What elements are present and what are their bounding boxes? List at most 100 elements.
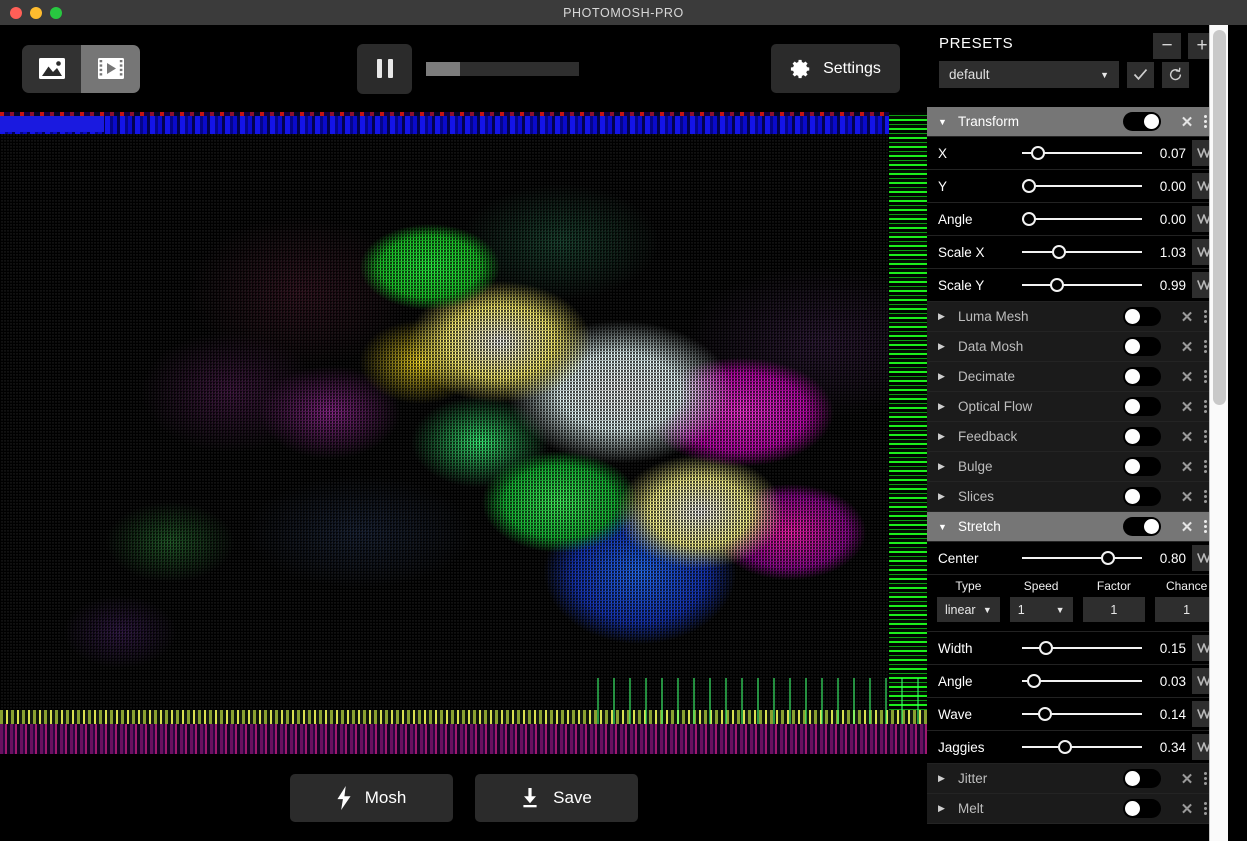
caret-right-icon[interactable]: ▶ (938, 773, 952, 784)
chevron-down-icon: ▼ (983, 605, 992, 615)
param-slider-jaggies[interactable] (1022, 737, 1142, 757)
playback-progress-bar[interactable] (426, 62, 579, 76)
effect-header-melt[interactable]: ▶Melt✕ (927, 794, 1228, 824)
slider-thumb[interactable] (1039, 641, 1053, 655)
slider-thumb[interactable] (1052, 245, 1066, 259)
effect-toggle-stretch[interactable] (1123, 517, 1161, 536)
stretch-type-select[interactable]: linear ▼ (937, 597, 1000, 622)
slider-track (1022, 251, 1142, 253)
mosh-button[interactable]: Mosh (290, 774, 453, 822)
caret-right-icon[interactable]: ▶ (938, 401, 952, 412)
param-slider-y[interactable] (1022, 176, 1142, 196)
effect-remove-button-feedback[interactable]: ✕ (1177, 428, 1197, 446)
panel-scrollbar[interactable] (1209, 25, 1228, 841)
effect-header-data-mosh[interactable]: ▶Data Mosh✕ (927, 332, 1228, 362)
slider-thumb[interactable] (1022, 212, 1036, 226)
param-slider-width[interactable] (1022, 638, 1142, 658)
caret-down-icon[interactable]: ▼ (938, 522, 952, 532)
effect-name-feedback: Feedback (952, 429, 1123, 444)
stretch-factor-input[interactable]: 1 (1083, 597, 1146, 622)
effect-header-feedback[interactable]: ▶Feedback ✕ (927, 422, 1228, 452)
mosh-label: Mosh (365, 788, 407, 808)
caret-right-icon[interactable]: ▶ (938, 341, 952, 352)
preset-reset-button[interactable] (1162, 62, 1189, 88)
effect-remove-button-melt[interactable]: ✕ (1177, 800, 1197, 818)
zoom-window-button[interactable] (50, 7, 62, 19)
presets-top-buttons: − + (1153, 33, 1216, 59)
stretch-type-value: linear (945, 603, 976, 617)
effect-toggle-feedback[interactable] (1123, 427, 1161, 446)
effect-remove-button-data-mosh[interactable]: ✕ (1177, 338, 1197, 356)
caret-right-icon[interactable]: ▶ (938, 371, 952, 382)
param-slider-center[interactable] (1022, 548, 1142, 568)
effect-remove-button-stretch[interactable]: ✕ (1177, 518, 1197, 536)
glitch-band-top-solid (0, 114, 104, 132)
panel-scrollbar-thumb[interactable] (1213, 30, 1226, 405)
param-slider-x[interactable] (1022, 143, 1142, 163)
caret-right-icon[interactable]: ▶ (938, 461, 952, 472)
effect-header-slices[interactable]: ▶Slices✕ (927, 482, 1228, 512)
effect-remove-button-optical-flow[interactable]: ✕ (1177, 398, 1197, 416)
effect-header-stretch[interactable]: ▼Stretch ✕ (927, 512, 1228, 542)
preset-select[interactable]: default ▼ (939, 61, 1119, 88)
effect-toggle-slices[interactable] (1123, 487, 1161, 506)
effect-header-bulge[interactable]: ▶Bulge✕ (927, 452, 1228, 482)
caret-right-icon[interactable]: ▶ (938, 491, 952, 502)
settings-button[interactable]: Settings (771, 44, 900, 93)
effect-toggle-transform[interactable] (1123, 112, 1161, 131)
effect-toggle-bulge[interactable] (1123, 457, 1161, 476)
pause-button[interactable] (357, 44, 412, 94)
effect-header-decimate[interactable]: ▶Decimate✕ (927, 362, 1228, 392)
effect-remove-button-transform[interactable]: ✕ (1177, 113, 1197, 131)
effect-remove-button-jitter[interactable]: ✕ (1177, 770, 1197, 788)
slider-thumb[interactable] (1027, 674, 1041, 688)
param-label-scale-y: Scale Y (938, 278, 1022, 293)
effect-header-luma-mesh[interactable]: ▶Luma Mesh✕ (927, 302, 1228, 332)
stretch-speed-select[interactable]: 1▼ (1010, 597, 1073, 622)
effect-header-jitter[interactable]: ▶Jitter✕ (927, 764, 1228, 794)
param-value-angle: 0.00 (1148, 212, 1192, 227)
effect-remove-button-bulge[interactable]: ✕ (1177, 458, 1197, 476)
slider-thumb[interactable] (1038, 707, 1052, 721)
slider-thumb[interactable] (1050, 278, 1064, 292)
effect-toggle-decimate[interactable] (1123, 367, 1161, 386)
preview-canvas[interactable] (0, 112, 927, 754)
param-label-wave: Wave (938, 707, 1022, 722)
mode-video-button[interactable] (81, 45, 140, 93)
caret-right-icon[interactable]: ▶ (938, 311, 952, 322)
param-slider-angle[interactable] (1022, 209, 1142, 229)
preset-confirm-button[interactable] (1127, 62, 1154, 88)
close-window-button[interactable] (10, 7, 22, 19)
media-mode-toggle (22, 45, 140, 93)
param-value-x: 0.07 (1148, 146, 1192, 161)
effect-toggle-optical-flow[interactable] (1123, 397, 1161, 416)
effect-header-transform[interactable]: ▼Transform✕ (927, 107, 1228, 137)
effect-header-optical-flow[interactable]: ▶Optical Flow✕ (927, 392, 1228, 422)
effect-toggle-luma-mesh[interactable] (1123, 307, 1161, 326)
param-slider-wave[interactable] (1022, 704, 1142, 724)
param-slider-scale-x[interactable] (1022, 242, 1142, 262)
preset-remove-button[interactable]: − (1153, 33, 1181, 59)
mode-image-button[interactable] (22, 45, 81, 93)
slider-thumb[interactable] (1031, 146, 1045, 160)
effect-toggle-data-mosh[interactable] (1123, 337, 1161, 356)
slider-thumb[interactable] (1101, 551, 1115, 565)
minimize-window-button[interactable] (30, 7, 42, 19)
effect-name-stretch: Stretch (952, 519, 1123, 534)
effect-remove-button-luma-mesh[interactable]: ✕ (1177, 308, 1197, 326)
save-button[interactable]: Save (475, 774, 638, 822)
effect-toggle-jitter[interactable] (1123, 769, 1161, 788)
caret-right-icon[interactable]: ▶ (938, 431, 952, 442)
caret-down-icon[interactable]: ▼ (938, 117, 952, 127)
caret-right-icon[interactable]: ▶ (938, 803, 952, 814)
effect-remove-button-slices[interactable]: ✕ (1177, 488, 1197, 506)
effect-remove-button-decimate[interactable]: ✕ (1177, 368, 1197, 386)
param-slider-angle[interactable] (1022, 671, 1142, 691)
effect-toggle-melt[interactable] (1123, 799, 1161, 818)
left-pane: Settings (0, 25, 927, 841)
param-slider-scale-y[interactable] (1022, 275, 1142, 295)
photomosh-window: PHOTOMOSH-PRO (0, 0, 1247, 841)
glitch-band-top-red (0, 112, 927, 116)
slider-thumb[interactable] (1058, 740, 1072, 754)
slider-thumb[interactable] (1022, 179, 1036, 193)
